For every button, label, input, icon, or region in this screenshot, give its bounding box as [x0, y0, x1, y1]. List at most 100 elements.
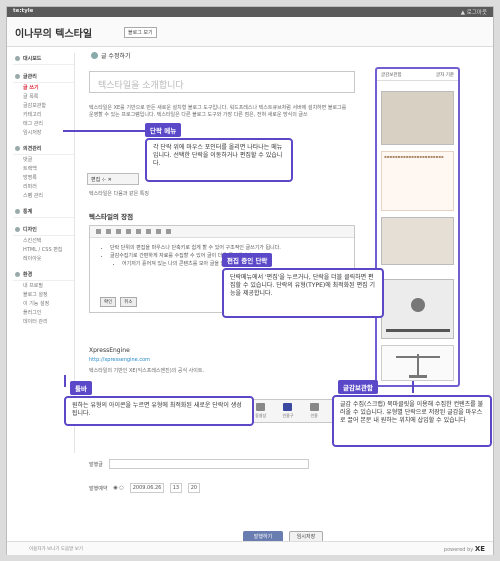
collect-callout-title: 글감보관함 [338, 380, 378, 394]
sidebar-item[interactable]: 카테고리 [13, 110, 74, 119]
editor-ok-button[interactable]: 확인 [100, 297, 117, 307]
video-progress-bar[interactable] [386, 329, 450, 332]
toolbar-button[interactable]: 인용 [309, 403, 319, 419]
sidebar-item[interactable]: 글 목록 [13, 92, 74, 101]
bold-icon[interactable] [96, 229, 101, 234]
footer-links[interactable]: 이용자가 보니기 도움말 보기 [29, 546, 83, 552]
sidebar-group: 통계 [13, 206, 74, 218]
logout-link[interactable]: ▲ 로그아웃 [461, 8, 487, 16]
align-left-icon[interactable] [146, 229, 151, 234]
blog-name: 이나무의 텍스타일 [15, 29, 93, 40]
sidebar-group-label: 디자인 [23, 227, 37, 233]
collect-callout: 글감 수집(스크랩) 북마클릿을 이용해 수집한 컨텐츠를 불러올 수 있습니다… [332, 395, 492, 447]
sidebar-group-header[interactable]: 환경 [13, 269, 74, 281]
sidebar-item[interactable]: 플러그인 [13, 308, 74, 317]
field-row-schedule: 발행예약 ◉ ○ 2009.06.26 13 20 [89, 483, 200, 493]
list-icon[interactable] [126, 229, 131, 234]
menu-icon [15, 146, 20, 151]
collected-video[interactable] [381, 279, 454, 339]
page-title: 글 수정하기 [91, 51, 131, 60]
italic-icon[interactable] [106, 229, 111, 234]
collected-text-snippet[interactable]: ▪▪▪▪▪▪▪▪▪▪▪▪▪▪▪▪▪▪▪▪▪▪ [381, 151, 454, 211]
sidebar-group: 의견관리 댓글 트랙백 방명록 리퍼러 스팸 관리 [13, 143, 74, 200]
xe-description[interactable]: 텍스타일의 기반인 XE(익스프레스엔진)의 공식 사이트. [89, 367, 204, 374]
sidebar-group-header[interactable]: 대시보드 [13, 53, 74, 65]
page-title-text: 글 수정하기 [101, 53, 131, 60]
collected-image-card[interactable] [381, 217, 454, 265]
top-bar: te:tyle ▲ 로그아웃 [7, 7, 493, 17]
menu-icon [15, 272, 20, 277]
paragraph-menu-callout-title: 단락 메뉴 [145, 123, 182, 137]
underline-icon[interactable] [116, 229, 121, 234]
collection-panel-tab[interactable]: 글자 기준 [436, 72, 454, 78]
sidebar-group: 디자인스킨선택 HTML / CSS 편집 레이아웃 [13, 224, 74, 263]
sidebar: 대시보드글관리 글 쓰기 글 목록 글감보관함 카테고리 태그 관리 임시저장의견관리 댓글 트… [13, 53, 75, 453]
sidebar-item[interactable]: 리퍼러 [13, 182, 74, 191]
edit-menu-label[interactable]: 편집 [91, 177, 100, 183]
blog-view-button[interactable]: 블로그 보기 [124, 27, 157, 38]
xe-title[interactable]: XpressEngine [89, 347, 130, 354]
blog-header: 이나무의 텍스타일 블로그 보기 [7, 17, 493, 47]
sidebar-group-header[interactable]: 글관리 [13, 71, 74, 83]
sidebar-item[interactable]: 데이터 관리 [13, 317, 74, 326]
sidebar-item[interactable]: 댓글 [13, 155, 74, 164]
collection-panel-title: 글감보관함 [381, 73, 402, 78]
collection-panel[interactable]: 글감보관함 글자 기준 ▪▪▪▪▪▪▪▪▪▪▪▪▪▪▪▪▪▪▪▪▪▪ [375, 67, 460, 387]
paragraph-edit-menu[interactable]: 편집 ⊹ ✕ [87, 173, 139, 185]
ordered-list-icon[interactable] [136, 229, 141, 234]
sidebar-item[interactable]: 글 쓰기 [13, 83, 74, 92]
editing-callout: 단락메뉴에서 '편집'을 누르거나, 단락을 더블 클릭하면 편집할 수 있습니… [222, 268, 384, 318]
hour-input[interactable]: 13 [169, 483, 182, 493]
menu-icon [15, 56, 20, 61]
sidebar-item[interactable]: 이 기능 설정 [13, 299, 74, 308]
publish-input[interactable] [108, 459, 309, 469]
align-center-icon[interactable] [156, 229, 161, 234]
collected-scale-image[interactable] [381, 345, 454, 381]
toolbar-button[interactable]: 동영상 [255, 403, 266, 419]
toolbar-callout-title: 툴바 [70, 381, 92, 395]
field-row-publish: 발행글 [89, 459, 309, 469]
play-icon[interactable] [411, 298, 425, 312]
sidebar-group-header[interactable]: 의견관리 [13, 143, 74, 155]
sidebar-item[interactable]: 방명록 [13, 173, 74, 182]
sidebar-item[interactable]: 스팸 관리 [13, 191, 74, 200]
sidebar-group-label: 통계 [23, 209, 33, 215]
xe-link[interactable]: http://xpressengine.com [89, 357, 150, 363]
sidebar-group-label: 환경 [23, 272, 33, 278]
publish-label: 발행글 [89, 461, 103, 468]
toolbar-button-label: 인용 [310, 413, 318, 418]
collected-image-library[interactable] [381, 91, 454, 145]
powered-by: powered by XE [443, 545, 485, 553]
sidebar-item[interactable]: 글감보관함 [13, 101, 74, 110]
editing-callout-title: 편집 중인 단락 [222, 253, 273, 267]
second-paragraph[interactable]: 텍스타일은 다음과 같은 특징 [89, 191, 351, 198]
menu-icon [15, 227, 20, 232]
sidebar-group: 글관리 글 쓰기 글 목록 글감보관함 카테고리 태그 관리 임시저장 [13, 71, 74, 137]
sidebar-item[interactable]: 태그 관리 [13, 119, 74, 128]
toolbar-button[interactable]: 인용구 [282, 403, 294, 419]
minute-input[interactable]: 20 [187, 483, 200, 493]
schedule-label: 발행예약 [89, 485, 108, 492]
sidebar-item[interactable]: 트랙백 [13, 164, 74, 173]
intro-paragraph[interactable]: 텍스타일은 XE를 기반으로 만든 새로운 설치형 블로그 도구입니다. 워드프… [89, 105, 351, 119]
date-input[interactable]: 2009.06.26 [129, 483, 164, 493]
sidebar-item[interactable]: 내 프로필 [13, 281, 74, 290]
sidebar-item[interactable]: HTML / CSS 편집 [13, 245, 74, 254]
radio-icon[interactable]: ◉ ○ [113, 485, 123, 491]
collection-panel-header: 글감보관함 글자 기준 [377, 69, 458, 81]
sidebar-item[interactable]: 스킨선택 [13, 236, 74, 245]
edit-icon [91, 52, 98, 59]
post-title-input[interactable]: 텍스타일을 소개합니다 [89, 71, 355, 93]
sidebar-group-header[interactable]: 통계 [13, 206, 74, 218]
editor-toolbar[interactable] [90, 226, 354, 238]
sidebar-item[interactable]: 레이아웃 [13, 254, 74, 263]
sidebar-item[interactable]: 블로그 설정 [13, 290, 74, 299]
sidebar-group-header[interactable]: 디자인 [13, 224, 74, 236]
sidebar-group: 환경내 프로필 블로그 설정 이 기능 설정 플러그인 데이터 관리 [13, 269, 74, 326]
editor-list-item[interactable]: 단락 단위의 편집을 마우스나 단축키로 쉽게 할 수 있어 구조적인 글쓰기가… [110, 244, 344, 252]
link-icon[interactable] [166, 229, 171, 234]
section-heading[interactable]: 텍스타일의 장점 [89, 211, 133, 221]
textyle-logo[interactable]: te:tyle [13, 8, 33, 14]
editor-cancel-button[interactable]: 취소 [120, 297, 137, 307]
delete-icon[interactable]: ✕ [108, 177, 112, 183]
